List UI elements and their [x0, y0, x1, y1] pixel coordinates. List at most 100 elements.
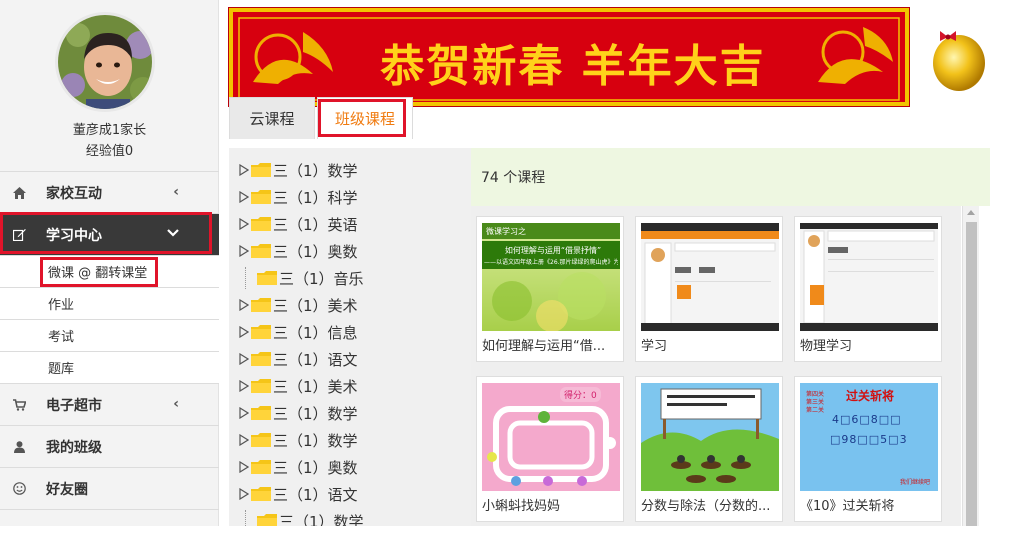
- expand-arrow-icon[interactable]: [239, 299, 249, 311]
- nav-my-class[interactable]: 我的班级: [0, 425, 219, 467]
- folder-icon: [251, 433, 271, 447]
- tree-item-label: 三（1）英语: [273, 215, 358, 234]
- tree-item[interactable]: 三（1）奥数: [229, 455, 358, 479]
- course-count-bar: 74 个课程: [471, 148, 990, 206]
- nav-more[interactable]: [0, 509, 219, 551]
- course-title: 分数与除法（分数的...: [641, 499, 771, 514]
- sidebar: 董彦成1家长 经验值0 家校互动 ‹ 学习中心 微课 @ 翻转课堂 作业 考试 …: [0, 0, 219, 526]
- tree-item-label: 三（1）美术: [273, 377, 358, 396]
- folder-icon: [251, 190, 271, 204]
- subnav-homework[interactable]: 作业: [0, 287, 219, 319]
- tree-item-label: 三（1）科学: [273, 188, 358, 207]
- avatar[interactable]: [55, 12, 155, 112]
- tree-item[interactable]: 三（1）信息: [229, 320, 358, 344]
- folder-icon: [251, 163, 271, 177]
- course-thumbnail: [641, 223, 779, 331]
- expand-arrow-icon[interactable]: [239, 380, 249, 392]
- course-tabs: 云课程 班级课程: [229, 97, 1009, 139]
- course-card[interactable]: 分数与除法（分数的...: [635, 376, 783, 522]
- expand-arrow-icon[interactable]: [239, 218, 249, 230]
- puzzle-row: 4□6□8□□: [832, 413, 902, 426]
- subnav-exam[interactable]: 考试: [0, 319, 219, 351]
- nav-study-center[interactable]: 学习中心: [0, 213, 219, 255]
- tree-item-label: 三（1）数学: [273, 431, 358, 450]
- course-card[interactable]: 物理学习: [794, 216, 942, 362]
- tree-item[interactable]: 三（1）美术: [229, 293, 358, 317]
- scroll-up-arrow-icon[interactable]: [967, 210, 975, 215]
- subnav-microlesson[interactable]: 微课 @ 翻转课堂: [0, 255, 219, 287]
- subnav-exam-label: 考试: [48, 330, 75, 345]
- course-thumbnail: [800, 223, 938, 331]
- expand-arrow-icon[interactable]: [239, 434, 249, 446]
- tab-class-courses-label: 班级课程: [334, 110, 395, 128]
- tab-cloud-courses[interactable]: 云课程: [229, 97, 315, 139]
- banner-text: 恭贺新春 羊年大吉: [380, 41, 766, 92]
- course-thumbnail: 过关斩将 第四关 第三关 第二关 4□6□8□□ □98□□5□3 我们继续吧: [800, 383, 938, 491]
- tree-item[interactable]: 三（1）语文: [229, 347, 358, 371]
- thumb-line1: 如何理解与运用“借景抒情”: [504, 246, 602, 255]
- folder-icon: [251, 487, 271, 501]
- cart-icon: [12, 398, 26, 411]
- folder-icon: [251, 298, 271, 312]
- tab-class-courses[interactable]: 班级课程: [317, 97, 413, 139]
- course-card[interactable]: 得分：0 小蝌蚪找妈妈: [476, 376, 624, 522]
- expand-arrow-icon[interactable]: [239, 245, 249, 257]
- subnav-question-bank-label: 题库: [48, 362, 75, 377]
- folder-icon: [251, 217, 271, 231]
- nav-e-market-label: 电子超市: [46, 397, 102, 414]
- course-card[interactable]: 过关斩将 第四关 第三关 第二关 4□6□8□□ □98□□5□3 我们继续吧 …: [794, 376, 942, 522]
- tree-item[interactable]: 三（1）数学: [229, 401, 358, 425]
- subnav-microlesson-label: 微课 @ 翻转课堂: [48, 266, 148, 281]
- nav-my-class-label: 我的班级: [46, 439, 102, 456]
- expand-arrow-icon[interactable]: [239, 353, 249, 365]
- tree-item-label: 三（1）数学: [273, 161, 358, 180]
- tree-item[interactable]: 三（1）奥数: [229, 239, 358, 263]
- golden-egg-icon[interactable]: [930, 25, 988, 91]
- tab-cloud-courses-label: 云课程: [249, 110, 295, 128]
- thumb-line2: ——以语文四年级上册《26.那片绿绿的爬山虎》为例: [484, 259, 618, 266]
- tree-item-label: 三（1）数学: [279, 512, 364, 527]
- subnav-homework-label: 作业: [48, 298, 75, 313]
- tree-item-label: 三（1）美术: [273, 296, 358, 315]
- puzzle-row: □98□□5□3: [830, 433, 908, 446]
- edit-icon: [12, 228, 26, 241]
- expand-arrow-icon[interactable]: [239, 164, 249, 176]
- game-score: 得分：0: [560, 387, 601, 402]
- user-experience: 经验值0: [85, 144, 134, 159]
- tree-item[interactable]: 三（1）音乐: [229, 266, 364, 290]
- user-icon: [12, 440, 26, 453]
- nav-friends[interactable]: 好友圈: [0, 467, 219, 509]
- nav-home-school-label: 家校互动: [46, 185, 102, 202]
- tree-item[interactable]: 三（1）语文: [229, 482, 358, 506]
- expand-arrow-icon[interactable]: [239, 488, 249, 500]
- tree-connector: [245, 267, 255, 289]
- course-title: 物理学习: [800, 339, 853, 354]
- course-grid: 微课学习之 如何理解与运用“借景抒情” ——以语文四年级上册《26.那片绿绿的爬…: [471, 206, 961, 526]
- tree-item[interactable]: 三（1）美术: [229, 374, 358, 398]
- tree-item[interactable]: 三（1）科学: [229, 185, 358, 209]
- folder-icon: [251, 379, 271, 393]
- course-card[interactable]: 学习: [635, 216, 783, 362]
- scroll-thumb[interactable]: [966, 222, 977, 526]
- tree-item[interactable]: 三（1）英语: [229, 212, 358, 236]
- nav-e-market[interactable]: 电子超市 ‹: [0, 383, 219, 425]
- subnav-question-bank[interactable]: 题库: [0, 351, 219, 383]
- folder-icon: [251, 244, 271, 258]
- tree-item[interactable]: 三（1）数学: [229, 158, 358, 182]
- nav-home-school[interactable]: 家校互动 ‹: [0, 171, 219, 213]
- tree-item-label: 三（1）语文: [273, 485, 358, 504]
- course-thumbnail: 得分：0: [482, 383, 620, 491]
- scrollbar[interactable]: [962, 206, 979, 526]
- expand-arrow-icon[interactable]: [239, 191, 249, 203]
- new-year-banner: 恭贺新春 羊年大吉: [228, 7, 910, 107]
- thumb-title: 过关斩将: [846, 389, 895, 403]
- course-count: 74 个课程: [481, 170, 546, 186]
- tree-connector: [245, 510, 255, 526]
- expand-arrow-icon[interactable]: [239, 407, 249, 419]
- course-card[interactable]: 微课学习之 如何理解与运用“借景抒情” ——以语文四年级上册《26.那片绿绿的爬…: [476, 216, 624, 362]
- tree-item[interactable]: 三（1）数学: [229, 509, 364, 526]
- expand-arrow-icon[interactable]: [239, 461, 249, 473]
- expand-arrow-icon[interactable]: [239, 326, 249, 338]
- tree-item[interactable]: 三（1）数学: [229, 428, 358, 452]
- folder-icon: [251, 325, 271, 339]
